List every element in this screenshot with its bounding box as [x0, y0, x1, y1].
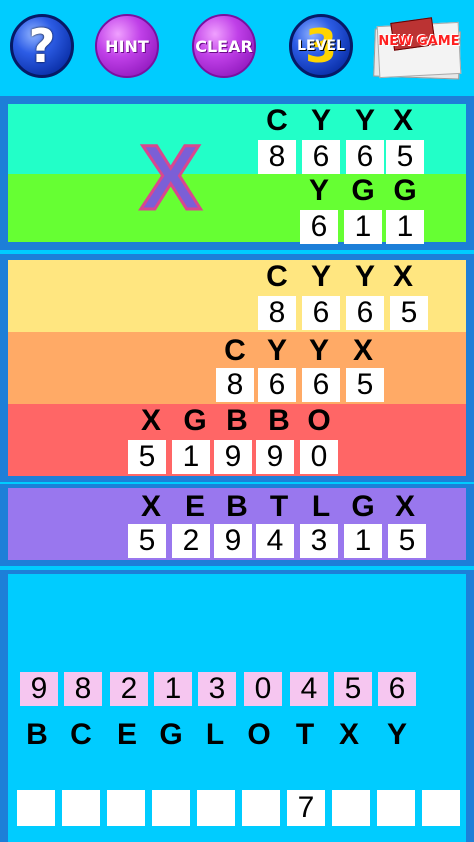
new-game-button[interactable]: NEW GAME: [372, 17, 466, 80]
digit-tile: 4: [256, 524, 294, 558]
answer-slot[interactable]: [152, 790, 190, 826]
digit-tile: 6: [258, 368, 296, 402]
new-game-label: NEW GAME: [378, 34, 460, 49]
letter-tile: X: [392, 104, 413, 137]
letter-tile: B: [226, 490, 248, 523]
answer-slot[interactable]: [197, 790, 235, 826]
letter-tile: B: [226, 404, 248, 437]
toolbar: ? HINT CLEAR 3 LEVEL NEW GAME: [0, 0, 474, 96]
answer-slot[interactable]: [107, 790, 145, 826]
letter-tile: X: [352, 334, 373, 367]
digit-tile: 5: [388, 524, 426, 558]
answer-slot[interactable]: [17, 790, 55, 826]
digit-key[interactable]: 2: [110, 672, 148, 706]
letter-tile: G: [351, 174, 375, 207]
letter-key[interactable]: Y: [378, 718, 416, 752]
letter-tile: C: [224, 334, 246, 367]
clear-label: CLEAR: [195, 36, 253, 56]
digit-tile: 5: [128, 524, 166, 558]
letter-tile: X: [140, 404, 161, 437]
wrong-mark: X: [138, 127, 202, 229]
answer-slot[interactable]: [377, 790, 415, 826]
help-button[interactable]: ?: [10, 14, 74, 78]
digit-tile: 9: [214, 440, 252, 474]
letter-tile: G: [183, 404, 207, 437]
clear-button[interactable]: CLEAR: [192, 14, 256, 78]
letter-tile: G: [393, 174, 417, 207]
letter-key[interactable]: E: [108, 718, 146, 752]
digit-key[interactable]: 6: [378, 672, 416, 706]
digit-tile: 5: [128, 440, 166, 474]
letter-tile: Y: [354, 104, 375, 137]
answer-slot[interactable]: 7: [287, 790, 325, 826]
letter-tile: Y: [308, 334, 329, 367]
digit-key[interactable]: 5: [334, 672, 372, 706]
digit-key[interactable]: 0: [244, 672, 282, 706]
digit-key[interactable]: 3: [198, 672, 236, 706]
letter-tile: G: [351, 490, 375, 523]
digit-key[interactable]: 9: [20, 672, 58, 706]
digit-tile: 6: [302, 140, 340, 174]
letter-tile: Y: [310, 260, 331, 293]
digit-tile: 5: [346, 368, 384, 402]
digit-tile: 9: [256, 440, 294, 474]
digit-key[interactable]: 1: [154, 672, 192, 706]
answer-slot[interactable]: [242, 790, 280, 826]
hint-button[interactable]: HINT: [95, 14, 159, 78]
digit-tile: 1: [344, 524, 382, 558]
digit-tile: 9: [214, 524, 252, 558]
letter-tile: E: [184, 490, 205, 523]
digit-tile: 3: [300, 524, 338, 558]
answer-slot[interactable]: [422, 790, 460, 826]
letter-tile: X: [140, 490, 161, 523]
letter-key[interactable]: X: [330, 718, 368, 752]
letter-key[interactable]: G: [152, 718, 190, 752]
digit-tile: 8: [258, 296, 296, 330]
letter-tile: X: [392, 260, 413, 293]
letter-key[interactable]: C: [62, 718, 100, 752]
digit-tile: 6: [302, 368, 340, 402]
level-label: LEVEL: [297, 38, 345, 54]
letter-tile: T: [269, 490, 289, 523]
digit-tile: 8: [216, 368, 254, 402]
letter-key[interactable]: B: [18, 718, 56, 752]
letter-tile: C: [266, 260, 288, 293]
digit-key[interactable]: 8: [64, 672, 102, 706]
digit-tile: 5: [386, 140, 424, 174]
question-icon: ?: [28, 19, 56, 73]
digit-tile: 5: [390, 296, 428, 330]
digit-tile: 8: [258, 140, 296, 174]
digit-tile: 1: [386, 210, 424, 244]
answer-slot[interactable]: [332, 790, 370, 826]
digit-tile: 2: [172, 524, 210, 558]
letter-tile: Y: [266, 334, 287, 367]
letter-tile: C: [266, 104, 288, 137]
digit-key[interactable]: 4: [290, 672, 328, 706]
digit-tile: 6: [346, 296, 384, 330]
answer-slot[interactable]: [62, 790, 100, 826]
letter-tile: Y: [308, 174, 329, 207]
letter-key[interactable]: T: [286, 718, 324, 752]
letter-tile: B: [268, 404, 290, 437]
letter-tile: X: [394, 490, 415, 523]
digit-tile: 6: [302, 296, 340, 330]
letter-key[interactable]: L: [196, 718, 234, 752]
letter-tile: L: [311, 490, 331, 523]
letter-key[interactable]: O: [240, 718, 278, 752]
letter-tile: O: [307, 404, 331, 437]
digit-tile: 6: [346, 140, 384, 174]
digit-tile: 0: [300, 440, 338, 474]
digit-tile: 1: [172, 440, 210, 474]
letter-tile: Y: [310, 104, 331, 137]
letter-tile: Y: [354, 260, 375, 293]
digit-tile: 1: [344, 210, 382, 244]
digit-tile: 6: [300, 210, 338, 244]
level-indicator: 3 LEVEL: [289, 14, 353, 78]
hint-label: HINT: [105, 36, 149, 56]
